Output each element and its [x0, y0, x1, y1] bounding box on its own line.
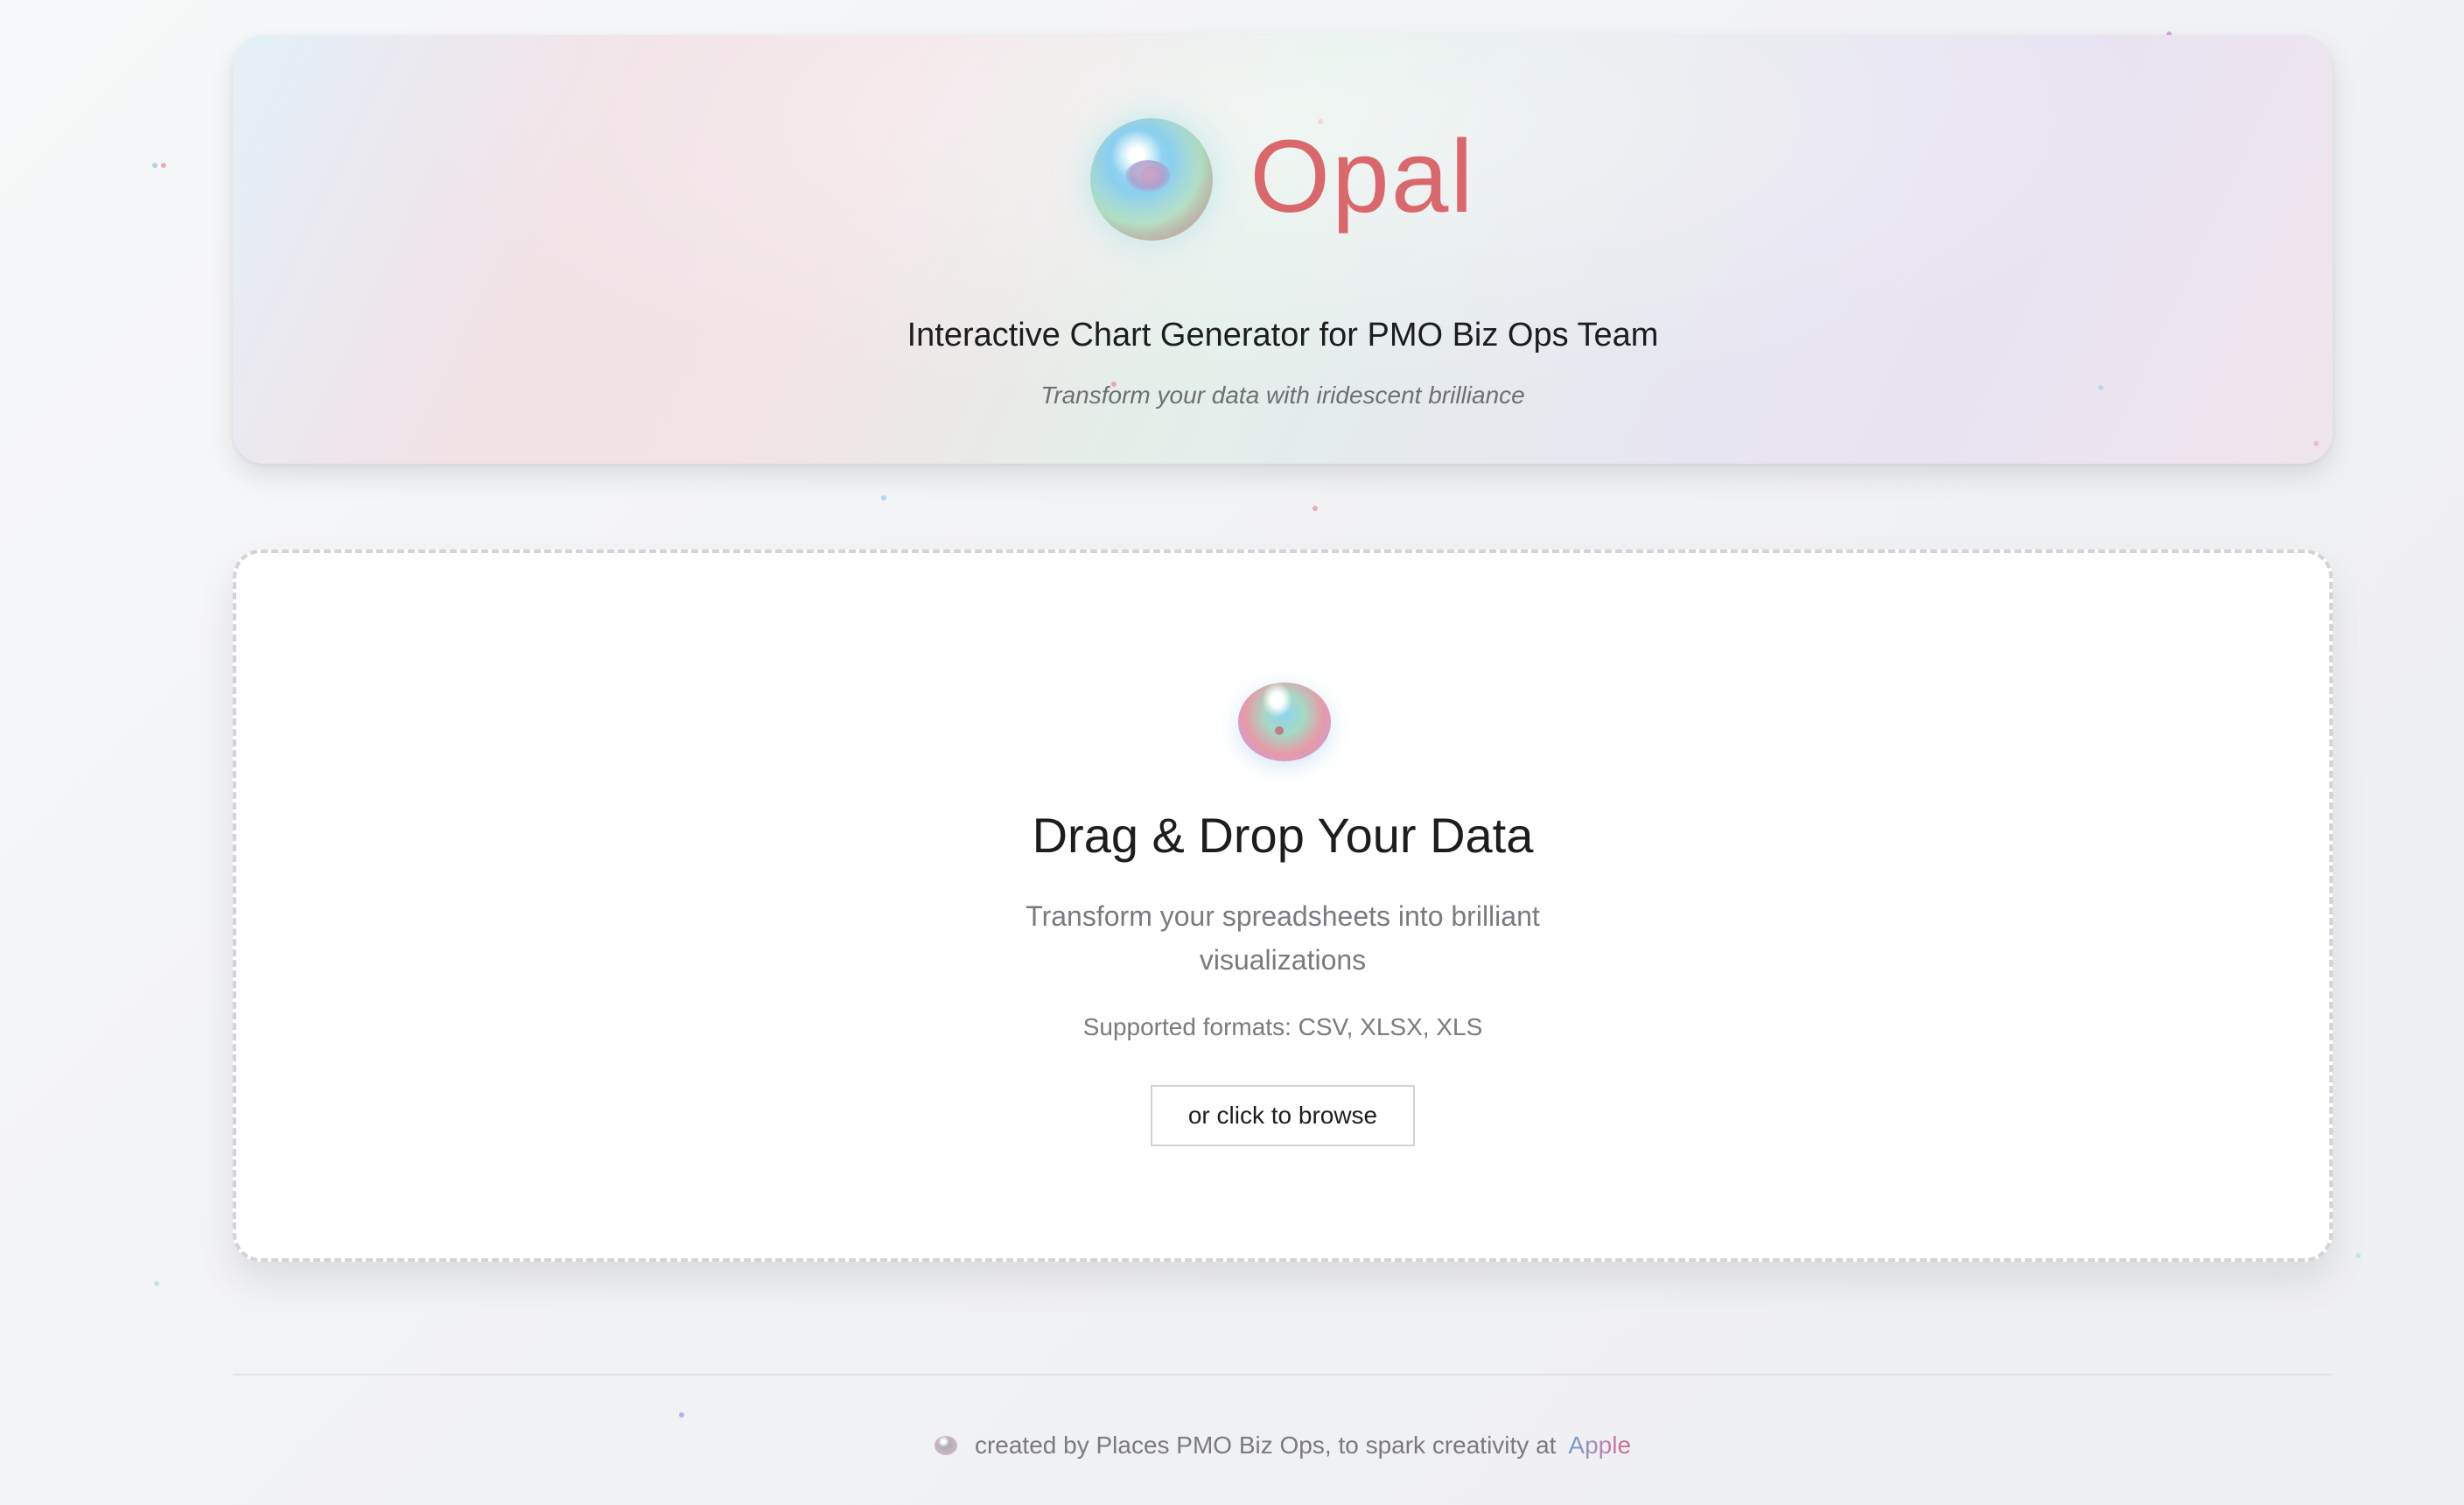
opal-small-icon	[934, 1436, 957, 1455]
footer: created by Places PMO Biz Ops, to spark …	[233, 1432, 2333, 1460]
header-card: Opal Interactive Chart Generator for PMO…	[233, 35, 2333, 464]
upload-orb-icon	[1238, 682, 1331, 761]
footer-apple-link[interactable]: Apple	[1568, 1432, 1631, 1460]
app-subtitle: Interactive Chart Generator for PMO Biz …	[906, 317, 1659, 354]
page: Opal Interactive Chart Generator for PMO…	[233, 0, 2333, 1505]
footer-credit: created by Places PMO Biz Ops, to spark …	[974, 1432, 1557, 1459]
upload-title: Drag & Drop Your Data	[1032, 808, 1534, 863]
upload-description: Transform your spreadsheets into brillia…	[1026, 900, 1540, 976]
supported-formats: Supported formats: CSV, XLSX, XLS	[1082, 1013, 1483, 1040]
sparkle-dot	[2356, 1253, 2361, 1258]
brand-row: Opal	[233, 114, 2333, 245]
browse-button[interactable]: or click to browse	[1151, 1085, 1415, 1146]
sparkle-dot	[154, 1281, 159, 1286]
sparkle-dot	[161, 163, 166, 168]
app-title: Opal	[1250, 119, 1475, 234]
upload-dropzone[interactable]: Drag & Drop Your Data Transform your spr…	[233, 550, 2333, 1262]
sparkle-dot	[152, 163, 158, 168]
sparkle-dot	[2314, 441, 2319, 446]
opal-orb-icon	[1090, 118, 1214, 241]
app-tagline: Transform your data with iridescent bril…	[1040, 382, 1525, 409]
footer-divider	[233, 1374, 2333, 1376]
